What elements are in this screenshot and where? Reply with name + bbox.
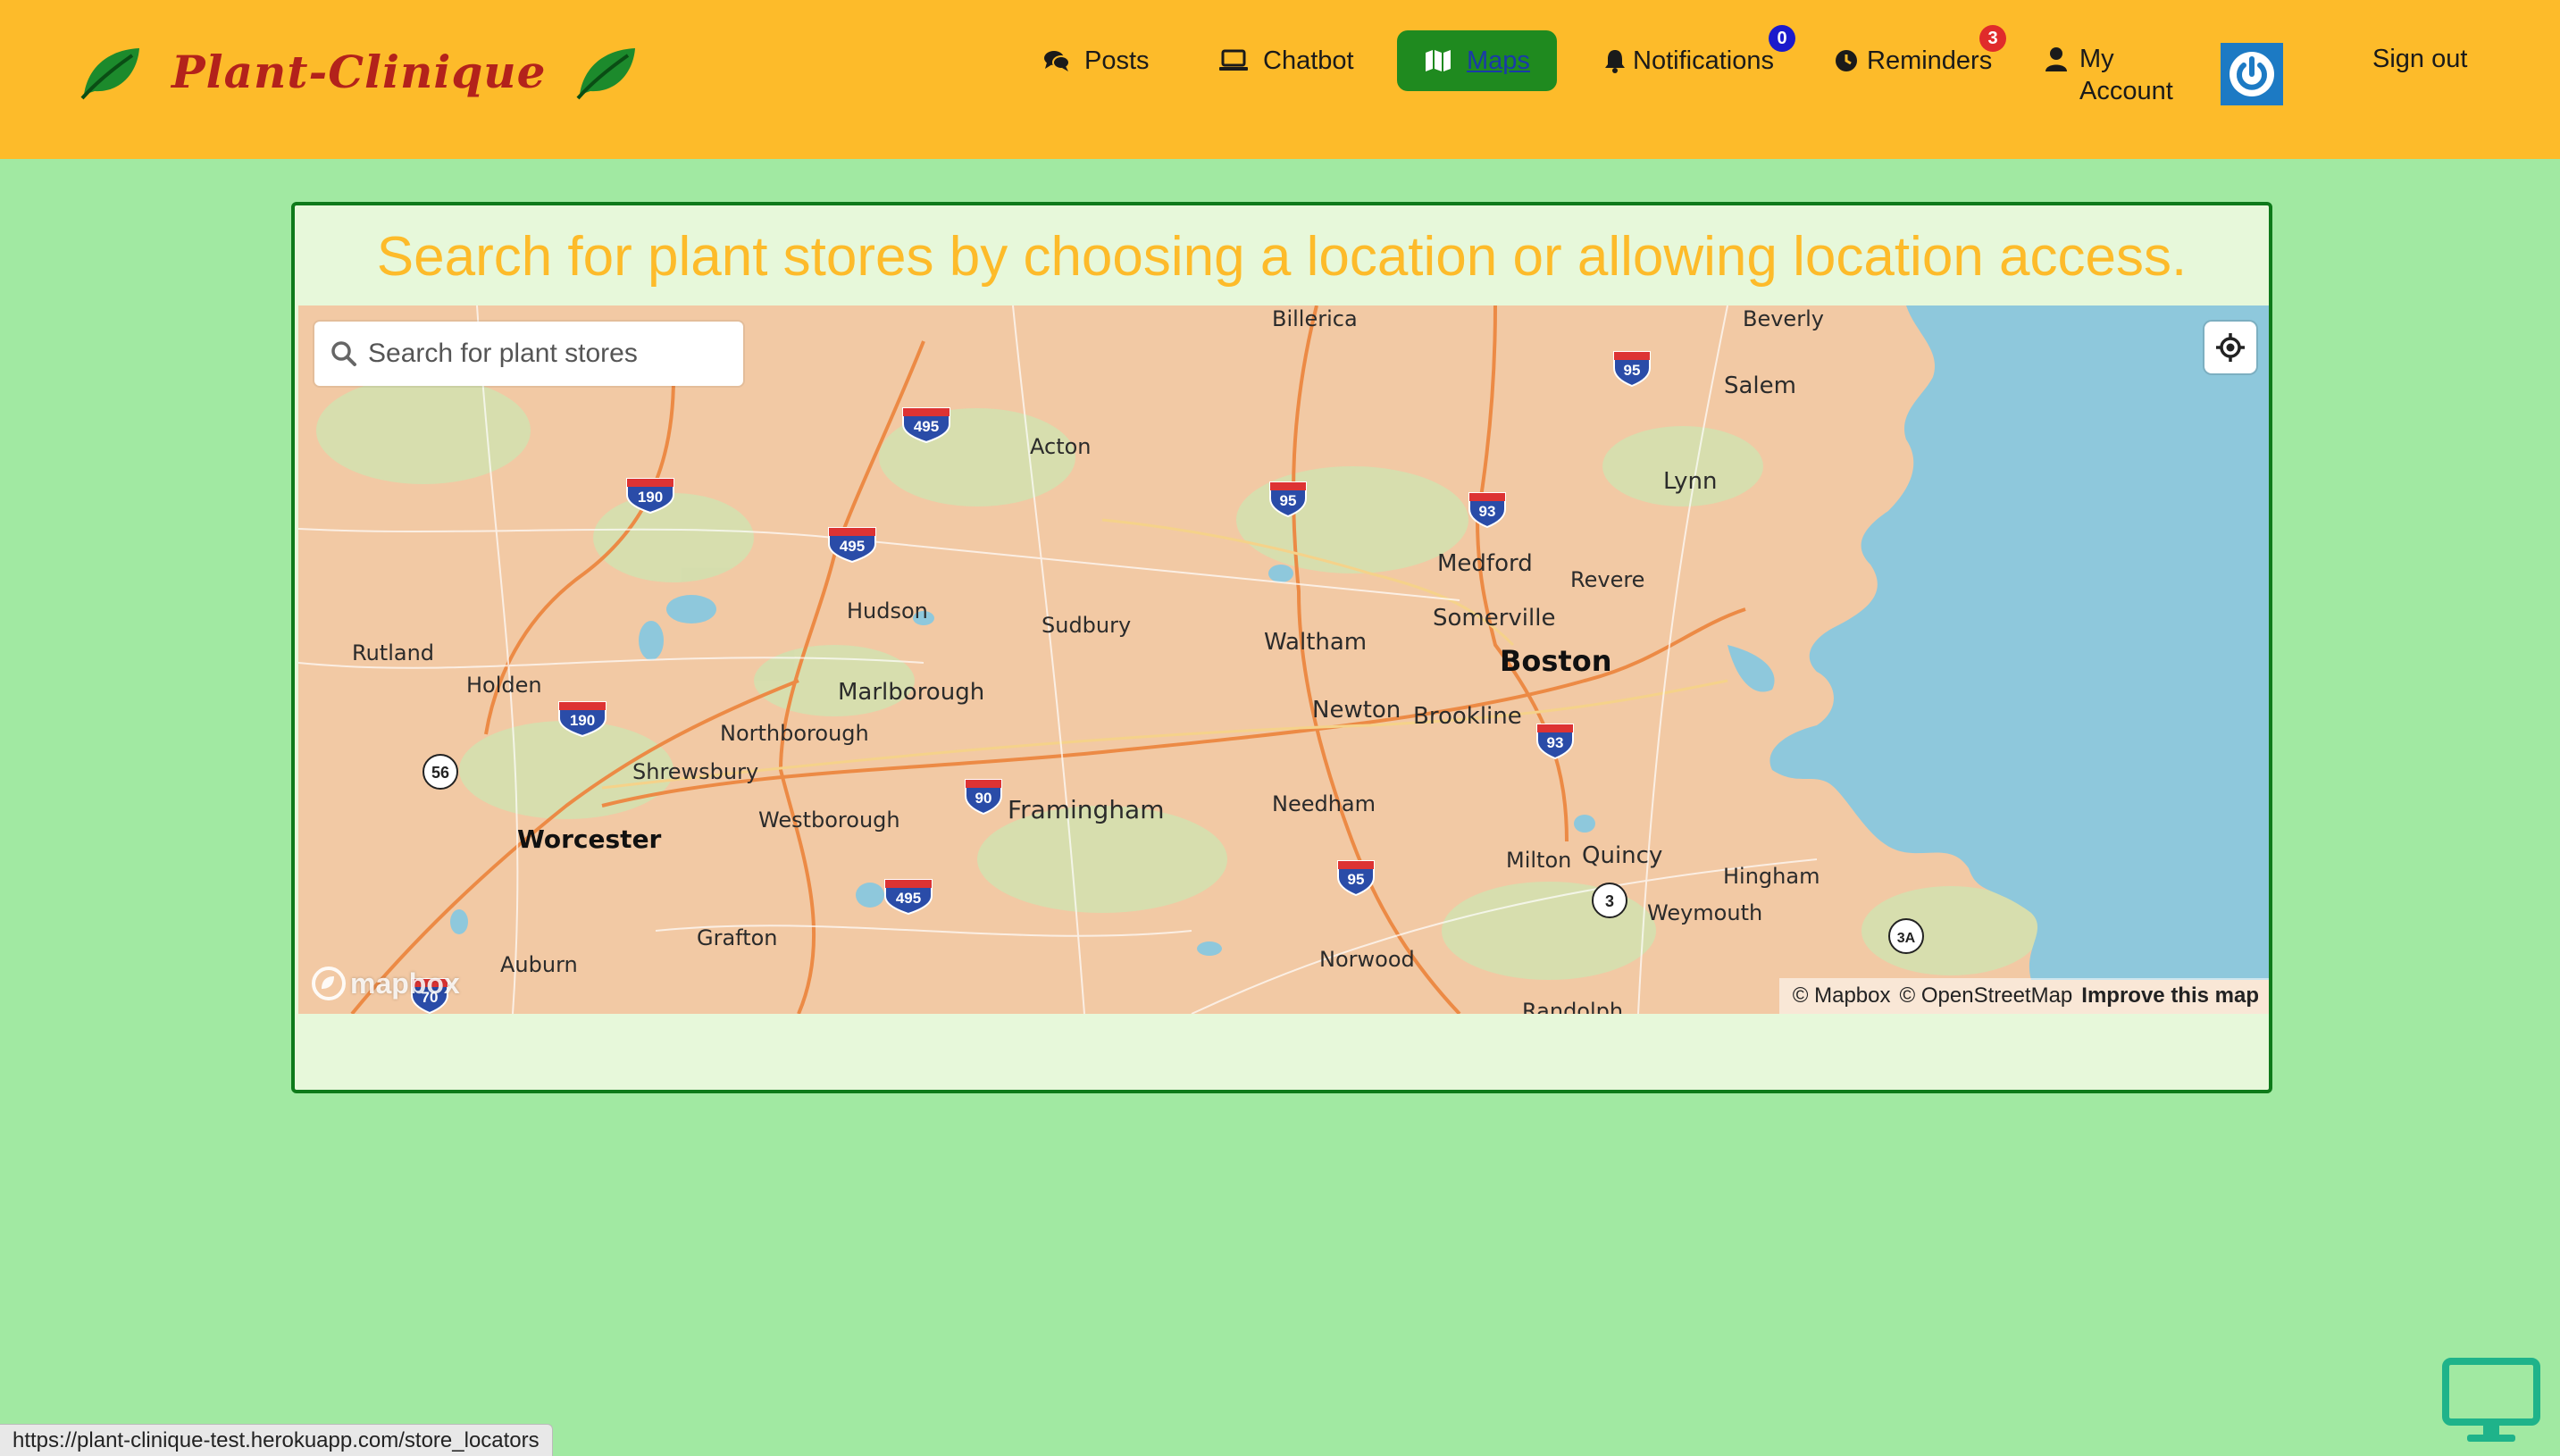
place-label: Framingham (1008, 795, 1165, 824)
nav-chatbot[interactable]: Chatbot (1218, 30, 1354, 91)
map[interactable]: 95 495 190 95 93 495 190 56 90 93 495 95… (298, 305, 2272, 1014)
place-label: Boston (1500, 644, 1611, 678)
map-icon (1426, 50, 1451, 71)
place-label: Hudson (847, 598, 928, 623)
nav-posts[interactable]: Posts (1043, 30, 1150, 91)
place-label: Weymouth (1647, 900, 1762, 925)
svg-text:190: 190 (570, 712, 595, 729)
place-label: Waltham (1264, 629, 1367, 656)
svg-text:495: 495 (914, 418, 939, 435)
navbar: Plant-Clinique Posts Chatbot Maps Notifi… (0, 0, 2560, 159)
nav-account-label: My Account (2079, 43, 2173, 107)
map-canvas[interactable]: 95 495 190 95 93 495 190 56 90 93 495 95… (298, 305, 2272, 1014)
shield-route56: 56 (422, 754, 458, 790)
place-label: Medford (1437, 550, 1533, 577)
nav-reminders-label: Reminders (1867, 46, 1993, 75)
comments-icon (1044, 51, 1070, 71)
geolocate-button[interactable] (2204, 322, 2256, 373)
svg-text:90: 90 (975, 790, 992, 807)
osm-attribution-link[interactable]: © OpenStreetMap (1900, 983, 2073, 1008)
brand-name: Plant-Clinique (172, 45, 547, 98)
bell-icon (1605, 50, 1625, 73)
place-label: Acton (1030, 434, 1092, 459)
svg-text:95: 95 (1348, 871, 1365, 888)
svg-text:495: 495 (896, 890, 921, 907)
nav-posts-label: Posts (1084, 46, 1150, 75)
svg-text:495: 495 (840, 538, 865, 555)
svg-text:95: 95 (1280, 492, 1297, 509)
place-label: Auburn (500, 952, 578, 977)
laptop-icon (1219, 49, 1248, 71)
reminders-badge: 3 (1979, 25, 2006, 52)
brand[interactable]: Plant-Clinique (79, 39, 639, 104)
monitor-icon[interactable] (2442, 1358, 2540, 1447)
place-label: Hingham (1723, 864, 1820, 889)
place-label: Randolph (1522, 999, 1623, 1014)
place-label: Milton (1506, 848, 1571, 873)
notifications-badge: 0 (1769, 25, 1795, 52)
crosshair-icon (2216, 333, 2245, 362)
mapbox-attribution-link[interactable]: © Mapbox (1793, 983, 1891, 1008)
place-label: Rutland (352, 640, 434, 665)
place-label: Billerica (1272, 306, 1358, 331)
place-label: Norwood (1319, 947, 1415, 972)
page-title: Search for plant stores by choosing a lo… (376, 226, 2188, 288)
place-label: Revere (1570, 567, 1644, 592)
svg-text:56: 56 (431, 764, 449, 782)
place-label: Holden (466, 673, 542, 698)
improve-map-link[interactable]: Improve this map (2081, 983, 2259, 1008)
leaf-icon (576, 48, 636, 100)
place-label: Worcester (517, 824, 662, 854)
clock-icon (1836, 50, 1857, 71)
user-icon (2045, 47, 2067, 71)
nav-reminders[interactable]: Reminders 3 (1835, 25, 2006, 91)
place-label: Beverly (1743, 306, 1824, 331)
place-label: Brookline (1413, 703, 1522, 730)
nav-chatbot-label: Chatbot (1263, 46, 1354, 75)
store-search-box[interactable] (314, 322, 743, 386)
status-bar-url: https://plant-clinique-test.herokuapp.co… (0, 1424, 553, 1456)
signout-link[interactable]: Sign out (2372, 45, 2467, 74)
place-label: Somerville (1433, 605, 1555, 632)
nav-maps[interactable]: Maps (1397, 30, 1557, 91)
place-label: Shrewsbury (632, 759, 758, 784)
account-line1: My (2079, 45, 2114, 73)
nav-maps-label: Maps (1467, 46, 1530, 75)
place-label: Needham (1272, 791, 1376, 816)
svg-text:3A: 3A (1897, 931, 1916, 946)
shield-route3: 3 (1592, 883, 1627, 918)
mapbox-logo[interactable]: mapbox (311, 966, 460, 1001)
store-locator-card: Search for plant stores by choosing a lo… (291, 202, 2272, 1093)
mapbox-mark-icon (312, 966, 346, 1000)
place-label: Northborough (720, 721, 869, 746)
mapbox-logo-text: mapbox (350, 966, 460, 1000)
svg-text:93: 93 (1479, 503, 1496, 520)
nav-notifications-label: Notifications (1633, 46, 1774, 75)
search-icon (331, 341, 356, 366)
nav-account[interactable]: My Account (2045, 43, 2173, 107)
svg-text:95: 95 (1624, 362, 1641, 379)
power-button[interactable] (2221, 43, 2283, 105)
place-label: Grafton (697, 925, 778, 950)
leaf-icon (80, 48, 139, 100)
place-label: Salem (1724, 372, 1796, 399)
account-line2: Account (2079, 77, 2173, 105)
svg-text:3: 3 (1605, 892, 1614, 910)
place-label: Marlborough (838, 679, 984, 706)
svg-text:190: 190 (638, 489, 663, 506)
power-icon (2230, 52, 2274, 96)
search-input[interactable] (368, 339, 725, 369)
map-attribution: © Mapbox © OpenStreetMap Improve this ma… (1778, 978, 2269, 1014)
place-label: Quincy (1582, 842, 1662, 869)
shield-route3a: 3A (1888, 918, 1924, 954)
place-label: Lynn (1663, 468, 1717, 495)
place-label: Westborough (758, 807, 900, 833)
place-label: Sudbury (1042, 613, 1131, 638)
svg-text:93: 93 (1547, 734, 1564, 751)
nav-notifications[interactable]: Notifications 0 (1604, 25, 1795, 91)
place-label: Newton (1312, 697, 1401, 724)
